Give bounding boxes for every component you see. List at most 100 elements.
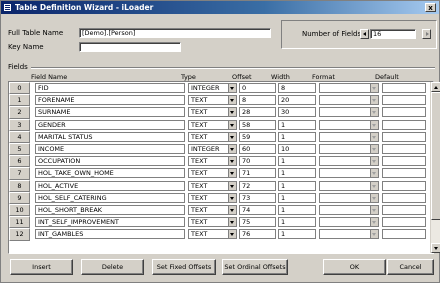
field-width-cell[interactable]: 1 [278, 131, 316, 142]
field-name-cell[interactable]: HOL_TAKE_OWN_HOME [35, 168, 185, 179]
set-fixed-offsets-button[interactable]: Set Fixed Offsets [152, 259, 216, 275]
field-type-select[interactable]: TEXT [188, 192, 237, 203]
scroll-up-icon[interactable] [431, 82, 440, 92]
row-number[interactable]: 10 [9, 204, 30, 217]
field-name-cell[interactable]: HOL_ACTIVE [35, 180, 185, 191]
row-number[interactable]: 5 [9, 143, 30, 156]
chevron-down-icon[interactable] [228, 84, 236, 92]
chevron-down-icon[interactable] [228, 96, 236, 105]
field-offset-cell[interactable]: 60 [239, 144, 276, 154]
field-default-cell[interactable] [382, 205, 426, 215]
field-offset-cell[interactable]: 70 [239, 156, 276, 167]
chevron-down-icon[interactable] [228, 145, 236, 153]
row-number[interactable]: 11 [9, 216, 30, 229]
field-default-cell[interactable] [382, 144, 426, 154]
title-bar[interactable]: Table Definition Wizard - iLoader x [1, 1, 439, 14]
row-number[interactable]: 1 [9, 94, 30, 107]
field-offset-cell[interactable]: 74 [239, 205, 276, 215]
field-type-select[interactable]: INTEGER [188, 83, 237, 93]
increase-fields-button[interactable] [422, 29, 431, 39]
decrease-fields-button[interactable] [360, 29, 369, 39]
field-type-select[interactable]: TEXT [188, 217, 237, 228]
row-number[interactable]: 0 [9, 82, 30, 95]
delete-button[interactable]: Delete [81, 259, 144, 275]
scroll-down-icon[interactable] [431, 243, 440, 253]
field-width-cell[interactable]: 1 [278, 180, 316, 191]
row-number[interactable]: 3 [9, 118, 30, 131]
row-number[interactable]: 12 [9, 228, 30, 241]
chevron-down-icon[interactable] [228, 120, 236, 129]
table-row[interactable]: 2 SURNAME TEXT 28 30 [9, 106, 427, 119]
field-default-cell[interactable] [382, 119, 426, 130]
table-row[interactable]: 0 FID INTEGER 0 8 [9, 82, 427, 95]
field-format-select[interactable] [319, 192, 379, 203]
field-offset-cell[interactable]: 75 [239, 217, 276, 228]
field-format-select[interactable] [319, 229, 379, 240]
field-type-select[interactable]: TEXT [188, 156, 237, 167]
field-type-select[interactable]: TEXT [188, 229, 237, 240]
field-type-select[interactable]: TEXT [188, 205, 237, 215]
field-type-select[interactable]: TEXT [188, 95, 237, 106]
field-name-cell[interactable]: INT_SELF_IMPROVEMENT [35, 217, 185, 228]
chevron-down-icon[interactable] [228, 108, 236, 117]
field-width-cell[interactable]: 1 [278, 229, 316, 240]
field-format-select[interactable] [319, 205, 379, 215]
field-offset-cell[interactable]: 76 [239, 229, 276, 240]
key-name-input[interactable] [79, 42, 181, 52]
field-format-select[interactable] [319, 95, 379, 106]
table-row[interactable]: 8 HOL_ACTIVE TEXT 72 1 [9, 179, 427, 192]
field-offset-cell[interactable]: 72 [239, 180, 276, 191]
cancel-button[interactable]: Cancel [387, 259, 434, 275]
field-name-cell[interactable]: OCCUPATION [35, 156, 185, 167]
field-default-cell[interactable] [382, 168, 426, 179]
field-width-cell[interactable]: 1 [278, 205, 316, 215]
scroll-thumb[interactable] [431, 92, 440, 220]
chevron-down-icon[interactable] [228, 206, 236, 214]
field-offset-cell[interactable]: 59 [239, 131, 276, 142]
table-row[interactable]: 6 OCCUPATION TEXT 70 1 [9, 155, 427, 168]
field-width-cell[interactable]: 1 [278, 119, 316, 130]
field-type-select[interactable]: TEXT [188, 180, 237, 191]
field-name-cell[interactable]: MARITAL STATUS [35, 131, 185, 142]
row-number[interactable]: 2 [9, 106, 30, 119]
table-row[interactable]: 3 GENDER TEXT 58 1 [9, 118, 427, 131]
grid-scrollbar[interactable] [430, 82, 440, 253]
field-type-select[interactable]: INTEGER [188, 144, 237, 154]
field-width-cell[interactable]: 1 [278, 168, 316, 179]
field-default-cell[interactable] [382, 131, 426, 142]
field-name-cell[interactable]: FORENAME [35, 95, 185, 106]
field-format-select[interactable] [319, 144, 379, 154]
field-type-select[interactable]: TEXT [188, 168, 237, 179]
row-number[interactable]: 4 [9, 130, 30, 143]
close-button[interactable]: x [425, 3, 436, 12]
field-name-cell[interactable]: GENDER [35, 119, 185, 130]
field-default-cell[interactable] [382, 107, 426, 118]
field-format-select[interactable] [319, 107, 379, 118]
field-default-cell[interactable] [382, 180, 426, 191]
ok-button[interactable]: OK [323, 259, 386, 275]
field-type-select[interactable]: TEXT [188, 119, 237, 130]
full-table-name-input[interactable]: [Demo].[Person] [79, 28, 271, 38]
field-offset-cell[interactable]: 73 [239, 192, 276, 203]
field-name-cell[interactable]: FID [35, 83, 185, 93]
field-format-select[interactable] [319, 131, 379, 142]
row-number[interactable]: 9 [9, 191, 30, 204]
field-format-select[interactable] [319, 119, 379, 130]
field-format-select[interactable] [319, 217, 379, 228]
chevron-down-icon[interactable] [228, 157, 236, 166]
field-name-cell[interactable]: HOL_SELF_CATERING [35, 192, 185, 203]
field-width-cell[interactable]: 1 [278, 192, 316, 203]
field-name-cell[interactable]: HOL_SHORT_BREAK [35, 205, 185, 215]
field-name-cell[interactable]: SURNAME [35, 107, 185, 118]
field-format-select[interactable] [319, 83, 379, 93]
chevron-down-icon[interactable] [228, 230, 236, 239]
chevron-down-icon[interactable] [228, 193, 236, 202]
field-name-cell[interactable]: INT_GAMBLES [35, 229, 185, 240]
field-width-cell[interactable]: 20 [278, 95, 316, 106]
row-number[interactable]: 7 [9, 167, 30, 180]
field-format-select[interactable] [319, 168, 379, 179]
chevron-down-icon[interactable] [228, 181, 236, 190]
field-default-cell[interactable] [382, 217, 426, 228]
field-default-cell[interactable] [382, 95, 426, 106]
table-row[interactable]: 9 HOL_SELF_CATERING TEXT 73 1 [9, 191, 427, 204]
